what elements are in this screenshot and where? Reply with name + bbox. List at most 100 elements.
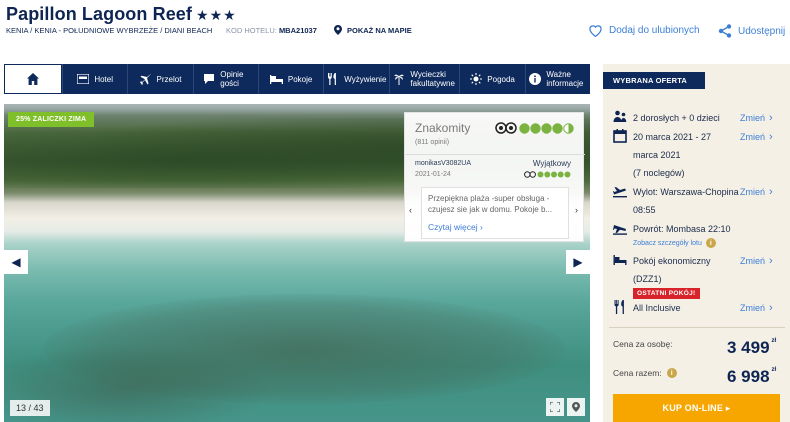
bed-icon <box>613 255 627 265</box>
hotel-code: KOD HOTELU: MBA21037 <box>226 26 317 35</box>
share-label: Udostępnij <box>738 25 786 37</box>
palm-tree-icon <box>394 74 405 85</box>
flight-details-link[interactable]: Zobacz szczegóły lotu i <box>633 238 716 248</box>
people-icon <box>613 110 627 122</box>
calendar-icon <box>613 129 627 143</box>
tripadvisor-rating <box>495 122 575 134</box>
offer-dates-line2: marca 2021 <box>633 150 681 160</box>
home-icon <box>27 73 39 85</box>
read-more-link[interactable]: Czytaj więcej › <box>428 222 483 232</box>
tab-hotel-label: Hotel <box>94 74 113 84</box>
review-count: (811 opinii) <box>415 139 450 146</box>
offer-departure-line1: Wylot: Warszawa-Chopina <box>633 187 739 197</box>
map-pin-icon <box>572 402 580 412</box>
change-label: Zmień <box>740 187 766 197</box>
hotel-tab-nav: Hotel Przelot Opinie gości Pokoje Wyżywi… <box>4 64 590 94</box>
offer-return: Powrót: Mombasa 22:10 <box>633 224 731 234</box>
fullscreen-icon <box>550 402 560 412</box>
selected-offer-panel: WYBRANA OFERTA 2 dorosłych + 0 dzieci Zm… <box>603 64 790 422</box>
change-dates-link[interactable]: Zmień › <box>740 131 773 143</box>
info-icon <box>529 73 542 85</box>
tab-reviews[interactable]: Opinie gości <box>192 64 258 94</box>
offer-nights: (7 noclegów) <box>633 168 685 178</box>
tab-weather-label: Pogoda <box>487 74 515 84</box>
speech-bubble-icon <box>204 74 215 84</box>
bed-icon <box>269 75 283 84</box>
tripadvisor-review-card: Znakomity (811 opinii) monikasV3082UA Wy… <box>404 112 585 242</box>
tab-flight[interactable]: Przelot <box>127 64 192 94</box>
bed-icon <box>77 74 90 84</box>
review-prev-button[interactable]: ‹ <box>409 205 412 215</box>
chevron-right-icon: › <box>769 186 773 198</box>
plane-departure-icon <box>613 187 627 198</box>
selected-offer-header: WYBRANA OFERTA <box>603 72 705 89</box>
breadcrumb[interactable]: KENIA / KENIA - POŁUDNIOWE WYBRZEŻE / DI… <box>6 26 212 35</box>
review-bubbles <box>524 171 571 178</box>
tab-home[interactable] <box>4 64 62 94</box>
map-pin-icon <box>334 25 342 35</box>
change-label: Zmień <box>740 256 766 266</box>
chevron-right-icon: › <box>769 255 773 267</box>
tripadvisor-owl-icon <box>495 122 517 134</box>
last-room-badge: OSTATNI POKÓJ! <box>633 288 700 299</box>
read-more-label: Czytaj więcej <box>428 222 478 232</box>
share-button[interactable]: Udostępnij <box>718 24 785 38</box>
add-to-favorites-label: Dodaj do ulubionych <box>609 25 700 36</box>
chevron-right-icon: › <box>769 302 773 314</box>
tab-rooms[interactable]: Pokoje <box>257 64 323 94</box>
tab-meals-label: Wyżywienie <box>344 74 387 84</box>
offer-guests: 2 dorosłych + 0 dzieci <box>633 113 720 123</box>
hotel-name: Papillon Lagoon Reef <box>6 4 193 24</box>
sun-icon <box>470 73 483 85</box>
show-on-map-link[interactable]: POKAŻ NA MAPIE <box>334 25 412 35</box>
offer-board: All Inclusive <box>633 303 681 313</box>
cutlery-icon <box>614 300 624 314</box>
review-author: monikasV3082UA <box>415 160 472 167</box>
plane-icon <box>139 73 152 85</box>
change-room-link[interactable]: Zmień › <box>740 255 773 267</box>
promo-badge: 25% ZALICZKI ZIMA <box>8 112 95 127</box>
gallery-counter: 13 / 43 <box>10 400 50 416</box>
add-to-favorites-button[interactable]: Dodaj do ulubionych <box>588 24 700 37</box>
tab-important-info-label: Ważne informacje <box>546 70 584 88</box>
chevron-right-icon: › <box>769 112 773 124</box>
review-verdict: Wyjątkowy <box>532 159 571 168</box>
cutlery-icon <box>328 73 337 85</box>
review-quote: Przepiękna plaża -super obsługa -czujesz… <box>428 194 553 214</box>
tab-flight-label: Przelot <box>156 74 182 84</box>
tab-excursions[interactable]: Wycieczki fakultatywne <box>389 64 459 94</box>
change-label: Zmień <box>740 132 766 142</box>
review-next-button[interactable]: › <box>575 205 578 215</box>
review-date: 2021-01-24 <box>415 171 451 178</box>
rating-bubbles-icon <box>519 122 574 134</box>
fullscreen-button[interactable] <box>546 398 564 416</box>
change-board-link[interactable]: Zmień › <box>740 302 773 314</box>
heart-icon <box>589 25 602 37</box>
change-departure-link[interactable]: Zmień › <box>740 186 773 198</box>
rating-bubbles-icon <box>537 171 571 178</box>
offer-departure-line2: 08:55 <box>633 205 656 215</box>
chevron-right-icon: › <box>479 222 483 232</box>
tab-meals[interactable]: Wyżywienie <box>323 64 389 94</box>
gallery-next-button[interactable]: ▶ <box>566 250 590 274</box>
offer-dates-line1: 20 marca 2021 - 27 <box>633 132 712 142</box>
gallery-map-button[interactable] <box>567 398 585 416</box>
tab-important-info[interactable]: Ważne informacje <box>524 64 590 94</box>
tab-weather[interactable]: Pogoda <box>459 64 524 94</box>
show-on-map-label: POKAŻ NA MAPIE <box>347 25 412 35</box>
change-guests-link[interactable]: Zmień › <box>740 112 773 124</box>
hotel-stars: ★★★ <box>196 7 237 23</box>
chevron-right-icon: ▶ <box>573 255 583 269</box>
tab-hotel[interactable]: Hotel <box>62 64 127 94</box>
change-label: Zmień <box>740 303 766 313</box>
review-quote-box: Przepiękna plaża -super obsługa -czujesz… <box>421 187 569 239</box>
info-icon: i <box>705 238 716 248</box>
hotel-title: Papillon Lagoon Reef ★★★ <box>6 4 237 25</box>
tab-rooms-label: Pokoje <box>287 74 313 84</box>
gallery-prev-button[interactable]: ◀ <box>4 250 28 274</box>
chevron-left-icon: ◀ <box>11 255 21 269</box>
offer-room-line1: Pokój ekonomiczny <box>633 256 711 266</box>
tab-reviews-label: Opinie gości <box>220 70 244 88</box>
divider <box>405 154 585 155</box>
buy-online-button[interactable]: KUP ON-LINE ▸ <box>613 394 780 422</box>
